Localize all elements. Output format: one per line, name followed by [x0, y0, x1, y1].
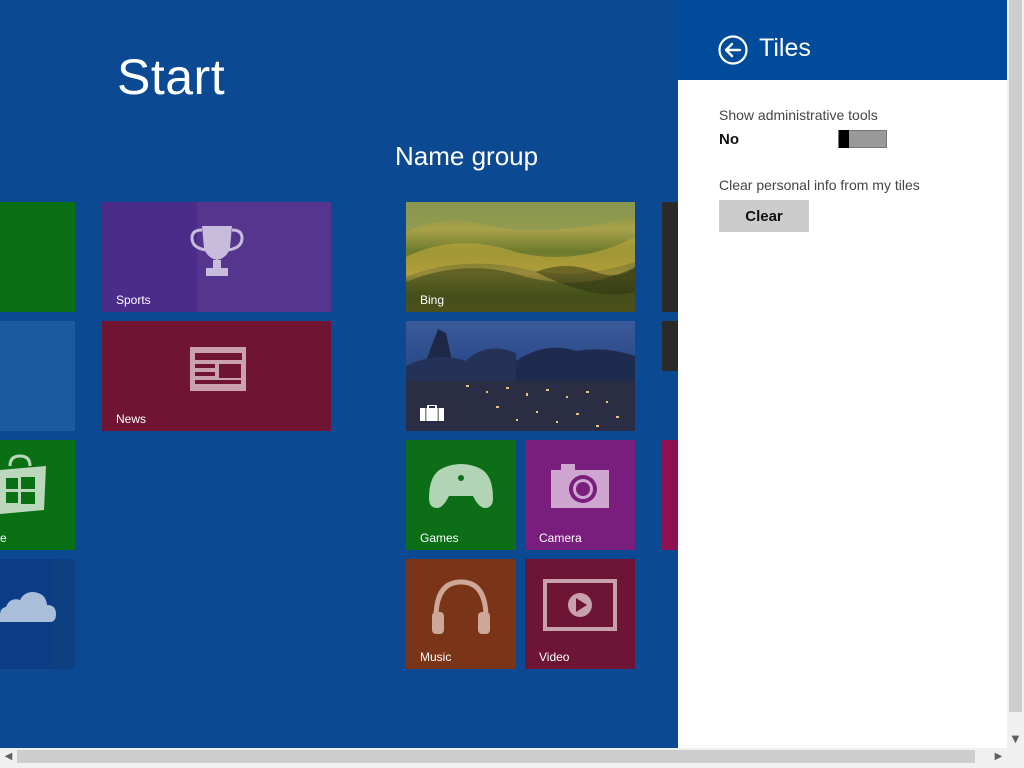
scroll-left-arrow-icon[interactable]: ◀ [0, 748, 17, 765]
tile-label-music: Music [420, 650, 452, 664]
clear-button[interactable]: Clear [719, 200, 809, 232]
tile-onedrive[interactable] [0, 559, 75, 669]
start-title: Start [117, 49, 226, 105]
headphones-icon [432, 579, 490, 634]
xbox-controller-icon [429, 464, 493, 508]
group-name-header[interactable]: Name group [395, 141, 538, 172]
scroll-down-arrow-icon[interactable]: ▼ [1007, 731, 1024, 748]
vertical-scrollbar[interactable]: ▼ [1007, 0, 1024, 748]
store-icon [0, 454, 46, 514]
tile-label-store: e [0, 531, 7, 545]
pane-header: Tiles [678, 0, 1007, 80]
tile-label-games: Games [420, 531, 459, 545]
suitcase-icon [420, 405, 444, 421]
tile-games[interactable]: Games [406, 440, 516, 550]
trophy-icon [190, 226, 244, 276]
tile-partial-magenta[interactable] [662, 440, 678, 550]
tile-label-camera: Camera [539, 531, 582, 545]
toggle-thumb[interactable] [839, 130, 849, 148]
newspaper-icon [190, 347, 246, 391]
horizontal-scrollbar[interactable]: ◀ ▶ [0, 748, 1007, 765]
tiles-settings-pane: Tiles Show administrative tools No Clear… [678, 0, 1007, 748]
admin-tools-toggle[interactable] [838, 130, 887, 148]
camera-icon [551, 464, 609, 508]
tile-partial-dark-2[interactable] [662, 321, 678, 371]
tile-news[interactable]: News [102, 321, 331, 431]
tile-label-bing: Bing [420, 293, 445, 307]
tile-label-sports: Sports [116, 293, 151, 307]
cloud-icon [0, 592, 56, 622]
tile-sports[interactable]: Sports [102, 202, 331, 312]
scrollbar-corner [1007, 748, 1024, 768]
tile-partial-blue[interactable] [0, 321, 75, 431]
admin-tools-label: Show administrative tools [719, 107, 878, 123]
clear-info-label: Clear personal info from my tiles [719, 177, 920, 193]
tile-video[interactable]: Video [525, 559, 635, 669]
tile-travel[interactable] [406, 321, 635, 431]
tile-partial-dark-1[interactable] [662, 202, 678, 312]
tile-bing[interactable]: Bing [406, 202, 635, 312]
tile-camera[interactable]: Camera [525, 440, 635, 550]
scroll-right-arrow-icon[interactable]: ▶ [990, 748, 1007, 765]
tile-store[interactable]: e [0, 440, 75, 550]
admin-tools-state: No [719, 131, 739, 148]
video-play-icon [543, 579, 617, 631]
tile-music[interactable]: Music [406, 559, 516, 669]
tile-label-video: Video [539, 650, 570, 664]
pane-title: Tiles [759, 34, 811, 62]
back-arrow-icon[interactable] [718, 35, 748, 65]
tile-partial-green[interactable] [0, 202, 75, 312]
start-screen: Start Name group e Sports News Bing Game… [0, 0, 678, 748]
tile-label-news: News [116, 412, 147, 426]
vertical-scroll-thumb[interactable] [1009, 0, 1022, 712]
horizontal-scroll-thumb[interactable] [17, 750, 975, 763]
